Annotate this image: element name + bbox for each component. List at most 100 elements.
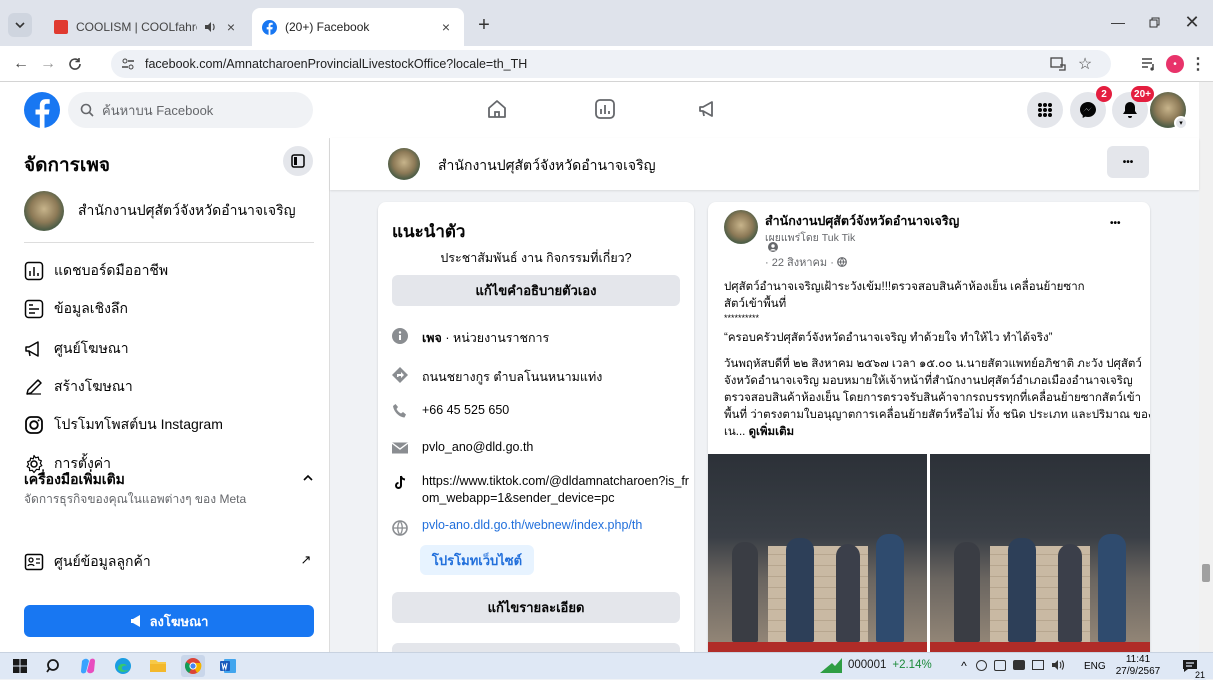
browser-tab-coolism[interactable]: COOLISM | COOLfahrenheit ×: [44, 8, 249, 46]
photo-person: [954, 542, 980, 642]
taskbar-chrome[interactable]: [181, 655, 205, 677]
speaker-icon[interactable]: [1051, 659, 1065, 671]
close-tab-icon[interactable]: ×: [438, 19, 454, 35]
minimize-button[interactable]: —: [1106, 10, 1130, 34]
sidebar-item-label: ศูนย์ข้อมูลลูกค้า: [54, 553, 151, 569]
page-avatar[interactable]: [388, 148, 420, 180]
nav-professional-dashboard[interactable]: [590, 94, 620, 124]
page-name[interactable]: สำนักงานปศุสัตว์จังหวัดอำนาจเจริญ: [438, 155, 656, 177]
post-text: ปศุสัตว์อำนาจเจริญเฝ้าระวังเข้ม!!!ตรวจสอ…: [724, 279, 1150, 441]
close-tab-icon[interactable]: ×: [223, 19, 239, 35]
account-avatar[interactable]: ▾: [1150, 92, 1188, 130]
sidebar-item-insights[interactable]: ข้อมูลเชิงลึก: [24, 298, 128, 320]
url-text[interactable]: facebook.com/AmnatcharoenProvincialLives…: [145, 57, 527, 71]
page-scrollbar[interactable]: [1199, 82, 1213, 652]
post-date-text[interactable]: · 22 สิงหาคม ·: [765, 253, 834, 271]
network-icon[interactable]: [1032, 660, 1044, 670]
media-controls-button[interactable]: [1140, 55, 1158, 73]
stock-widget[interactable]: 000001 +2.14%: [820, 657, 932, 673]
category-label[interactable]: เพจ: [422, 331, 442, 345]
post-photo-left[interactable]: [708, 454, 927, 662]
intro-category: เพจ · หน่วยงานราชการ: [392, 328, 549, 348]
browser-tab-facebook[interactable]: (20+) Facebook ×: [252, 8, 464, 46]
edge-icon: [115, 658, 131, 674]
reload-icon: [69, 58, 81, 70]
edit-bio-button[interactable]: แก้ไขคำอธิบายตัวเอง: [392, 275, 680, 306]
clock-date: 27/9/2567: [1115, 666, 1161, 677]
taskbar-copilot[interactable]: [76, 655, 100, 677]
restore-button[interactable]: [1142, 10, 1166, 34]
post-more-button[interactable]: •••: [1110, 218, 1121, 229]
edit-details-button[interactable]: แก้ไขรายละเอียด: [392, 592, 680, 623]
nav-home[interactable]: [482, 94, 512, 124]
collapse-sidebar-button[interactable]: [283, 146, 313, 176]
speaker-icon[interactable]: [203, 20, 217, 34]
taskbar-search-button[interactable]: [42, 655, 66, 677]
sidebar-item-ad-center[interactable]: ศูนย์โฆษณา: [24, 338, 129, 360]
website-link[interactable]: pvlo-ano.dld.go.th/webnew/index.php/th: [422, 518, 642, 532]
see-more-link[interactable]: ดูเพิ่มเติม: [749, 426, 795, 438]
chrome-menu-button[interactable]: ⋮: [1190, 55, 1206, 73]
promote-website-button[interactable]: โปรโมทเว็บไซต์: [420, 545, 534, 575]
clock-time: 11:41: [1125, 654, 1151, 665]
taskbar-edge[interactable]: [111, 655, 135, 677]
back-button[interactable]: ←: [10, 53, 32, 75]
photo-person: [1008, 538, 1036, 642]
sidebar-item-customer-center[interactable]: ศูนย์ข้อมูลลูกค้า: [24, 551, 151, 573]
ad-button[interactable]: ลงโฆษณา: [24, 605, 314, 637]
dashboard-icon: [595, 99, 615, 119]
intro-card: แนะนำตัว ประชาสัมพันธ์ งาน กิจกรรมที่เกี…: [378, 202, 694, 662]
site-info-icon[interactable]: [121, 57, 135, 71]
globe-icon: [392, 520, 408, 536]
page-switcher[interactable]: สำนักงานปศุสัตว์จังหวัดอำนาจเจริญ: [24, 190, 314, 232]
sidebar-item-label: ศูนย์โฆษณา: [54, 340, 129, 356]
tab-favicon: [54, 20, 68, 34]
search-box[interactable]: ค้นหาบน Facebook: [68, 92, 313, 128]
tiktok-link[interactable]: https://www.tiktok.com/@dldamnatcharoen?…: [422, 473, 694, 507]
address-bar[interactable]: facebook.com/AmnatcharoenProvincialLives…: [111, 50, 1111, 78]
sidebar-item-create-ad[interactable]: สร้างโฆษณา: [24, 376, 133, 398]
clock[interactable]: 11:41 27/9/2567: [1113, 654, 1163, 678]
messenger-button[interactable]: 2: [1070, 86, 1112, 128]
browser-toolbar: ← → facebook.com/AmnatcharoenProvincialL…: [0, 46, 1213, 82]
input-language[interactable]: ENG: [1084, 661, 1106, 672]
show-hidden-icons[interactable]: ^: [957, 657, 971, 675]
tab-search-button[interactable]: [8, 13, 32, 37]
facebook-logo[interactable]: [24, 92, 60, 128]
sidebar-divider: [24, 242, 314, 243]
menu-button[interactable]: [1027, 92, 1063, 128]
category-value: · หน่วยงานราชการ: [441, 331, 550, 345]
more-tools-toggle[interactable]: [300, 470, 316, 486]
sidebar-item-instagram[interactable]: โปรโมทโพสต์บน Instagram: [24, 414, 223, 436]
sidebar-item-label: สร้างโฆษณา: [54, 378, 133, 394]
windows-logo-icon: [13, 659, 27, 673]
taskbar-word[interactable]: [216, 655, 240, 677]
tray-app-icon[interactable]: [976, 659, 987, 671]
notification-center[interactable]: 21: [1176, 656, 1206, 680]
cast-button[interactable]: [1050, 57, 1066, 71]
scrollbar-thumb[interactable]: [1202, 564, 1210, 582]
forward-button[interactable]: →: [37, 53, 59, 75]
tray-app-icon[interactable]: [1013, 660, 1025, 670]
close-window-button[interactable]: ✕: [1180, 10, 1204, 34]
start-button[interactable]: [8, 655, 32, 677]
page-name: สำนักงานปศุสัตว์จังหวัดอำนาจเจริญ: [78, 202, 296, 218]
post-card: สำนักงานปศุสัตว์จังหวัดอำนาจเจริญ เผยแพร…: [708, 202, 1150, 662]
post-author-avatar[interactable]: [724, 210, 758, 244]
page-more-button[interactable]: •••: [1107, 146, 1149, 178]
tray-app-icon[interactable]: [994, 659, 1006, 671]
bookmark-star-button[interactable]: ☆: [1076, 55, 1094, 73]
email-text[interactable]: pvlo_ano@dld.go.th: [422, 440, 533, 454]
reload-button[interactable]: [64, 53, 86, 75]
sidebar-item-dashboard[interactable]: แดชบอร์ดมืออาชีพ: [24, 260, 168, 282]
nav-ads[interactable]: [693, 94, 723, 124]
more-tools-title: เครื่องมือเพิ่มเติม: [24, 471, 125, 487]
megaphone-icon: [25, 341, 39, 357]
profile-avatar[interactable]: •: [1166, 55, 1184, 73]
new-tab-button[interactable]: +: [472, 13, 496, 37]
taskbar-file-explorer[interactable]: [146, 655, 170, 677]
post-photo-right[interactable]: [930, 454, 1150, 662]
notifications-button[interactable]: 20+: [1112, 86, 1154, 128]
intro-tiktok: https://www.tiktok.com/@dldamnatcharoen?…: [392, 473, 694, 507]
post-author-name[interactable]: สำนักงานปศุสัตว์จังหวัดอำนาจเจริญ: [765, 211, 959, 231]
